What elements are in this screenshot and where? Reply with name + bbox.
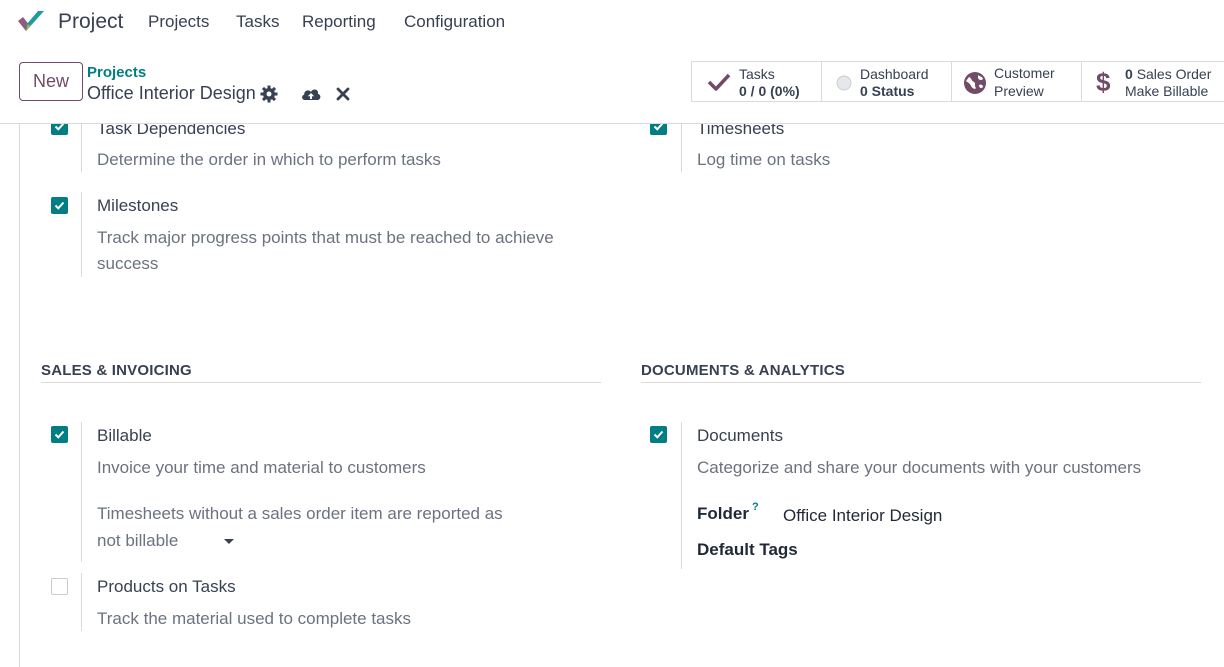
billable-description: Invoice your time and material to custom… [97, 458, 426, 477]
check-icon [54, 430, 65, 439]
tasks-value: 0 / 0 (0%) [739, 83, 800, 99]
divider [681, 124, 682, 172]
checkmark-icon [707, 73, 731, 91]
timesheet-billing-select[interactable]: not billable [97, 531, 178, 551]
make-billable-label: Make Billable [1125, 83, 1209, 99]
billable-label: Billable [97, 426, 152, 445]
divider [81, 422, 82, 562]
section-divider [641, 382, 1201, 383]
status-dot-icon [836, 75, 852, 91]
tasks-label: Tasks [739, 66, 775, 82]
products-on-tasks-label: Products on Tasks [97, 577, 236, 596]
record-title: Office Interior Design [87, 83, 256, 103]
menu-configuration[interactable]: Configuration [404, 12, 505, 32]
task-dependencies-description: Determine the order in which to perform … [97, 150, 441, 169]
billable-checkbox[interactable] [51, 426, 68, 443]
task-dependencies-checkbox[interactable] [51, 124, 68, 135]
milestones-checkbox[interactable] [51, 197, 68, 214]
divider [81, 573, 82, 631]
divider [81, 192, 82, 277]
breadcrumb[interactable]: Projects [87, 64, 146, 81]
non-billable-timesheet-note: Timesheets without a sales order item ar… [97, 504, 503, 523]
documents-analytics-title: DOCUMENTS & ANALYTICS [641, 362, 845, 379]
folder-help-tooltip[interactable]: ? [752, 501, 759, 513]
dashboard-value: 0 Status [860, 83, 915, 99]
check-icon [54, 201, 65, 210]
timesheets-label: Timesheets [697, 124, 785, 138]
sales-invoicing-title: SALES & INVOICING [41, 362, 192, 379]
app-name[interactable]: Project [58, 10, 123, 34]
documents-description: Categorize and share your documents with… [697, 458, 1142, 477]
new-button[interactable]: New [19, 62, 83, 101]
check-icon [653, 124, 664, 131]
top-navbar: Project Projects Tasks Reporting Configu… [0, 0, 1224, 46]
documents-label: Documents [697, 426, 783, 445]
svg-text:$: $ [1096, 68, 1111, 96]
chevron-down-icon[interactable] [224, 539, 234, 544]
task-dependencies-label: Task Dependencies [97, 124, 246, 138]
discard-icon[interactable] [335, 84, 351, 104]
menu-tasks[interactable]: Tasks [236, 12, 279, 32]
check-icon [54, 124, 65, 131]
customer-preview-smart-button[interactable]: Customer Preview [951, 61, 1082, 102]
dashboard-label: Dashboard [860, 66, 929, 82]
default-tags-label: Default Tags [697, 540, 798, 559]
form-sheet: Task Dependencies Determine the order in… [19, 124, 1224, 667]
globe-icon [964, 72, 986, 94]
cloud-upload-icon[interactable] [300, 84, 322, 104]
sales-order-label: Sales Order [1136, 66, 1212, 82]
project-logo-icon[interactable] [16, 9, 46, 35]
gear-icon[interactable] [259, 84, 279, 104]
milestones-label: Milestones [97, 196, 179, 215]
menu-reporting[interactable]: Reporting [302, 12, 376, 32]
section-divider [41, 382, 601, 383]
divider [81, 124, 82, 172]
timesheets-description: Log time on tasks [697, 150, 831, 169]
control-panel: New Projects Office Interior Design Task… [0, 46, 1224, 124]
dashboard-smart-button[interactable]: Dashboard 0 Status [821, 61, 952, 102]
folder-label: Folder [697, 504, 749, 523]
divider [681, 422, 682, 569]
customer-preview-line1: Customer [994, 65, 1055, 81]
folder-field[interactable]: Office Interior Design [783, 506, 942, 526]
check-icon [653, 430, 664, 439]
products-on-tasks-description: Track the material used to complete task… [97, 609, 412, 628]
timesheets-checkbox[interactable] [650, 124, 667, 135]
products-on-tasks-checkbox[interactable] [51, 578, 68, 595]
tasks-smart-button[interactable]: Tasks 0 / 0 (0%) [691, 61, 822, 102]
sales-order-count: 0 [1125, 66, 1133, 82]
menu-projects[interactable]: Projects [148, 12, 209, 32]
documents-checkbox[interactable] [650, 426, 667, 443]
milestones-description: Track major progress points that must be… [97, 228, 554, 273]
customer-preview-line2: Preview [994, 83, 1044, 99]
dollar-icon: $ [1096, 68, 1111, 96]
sales-order-smart-button[interactable]: $ 0 Sales Order Make Billable [1081, 61, 1224, 102]
